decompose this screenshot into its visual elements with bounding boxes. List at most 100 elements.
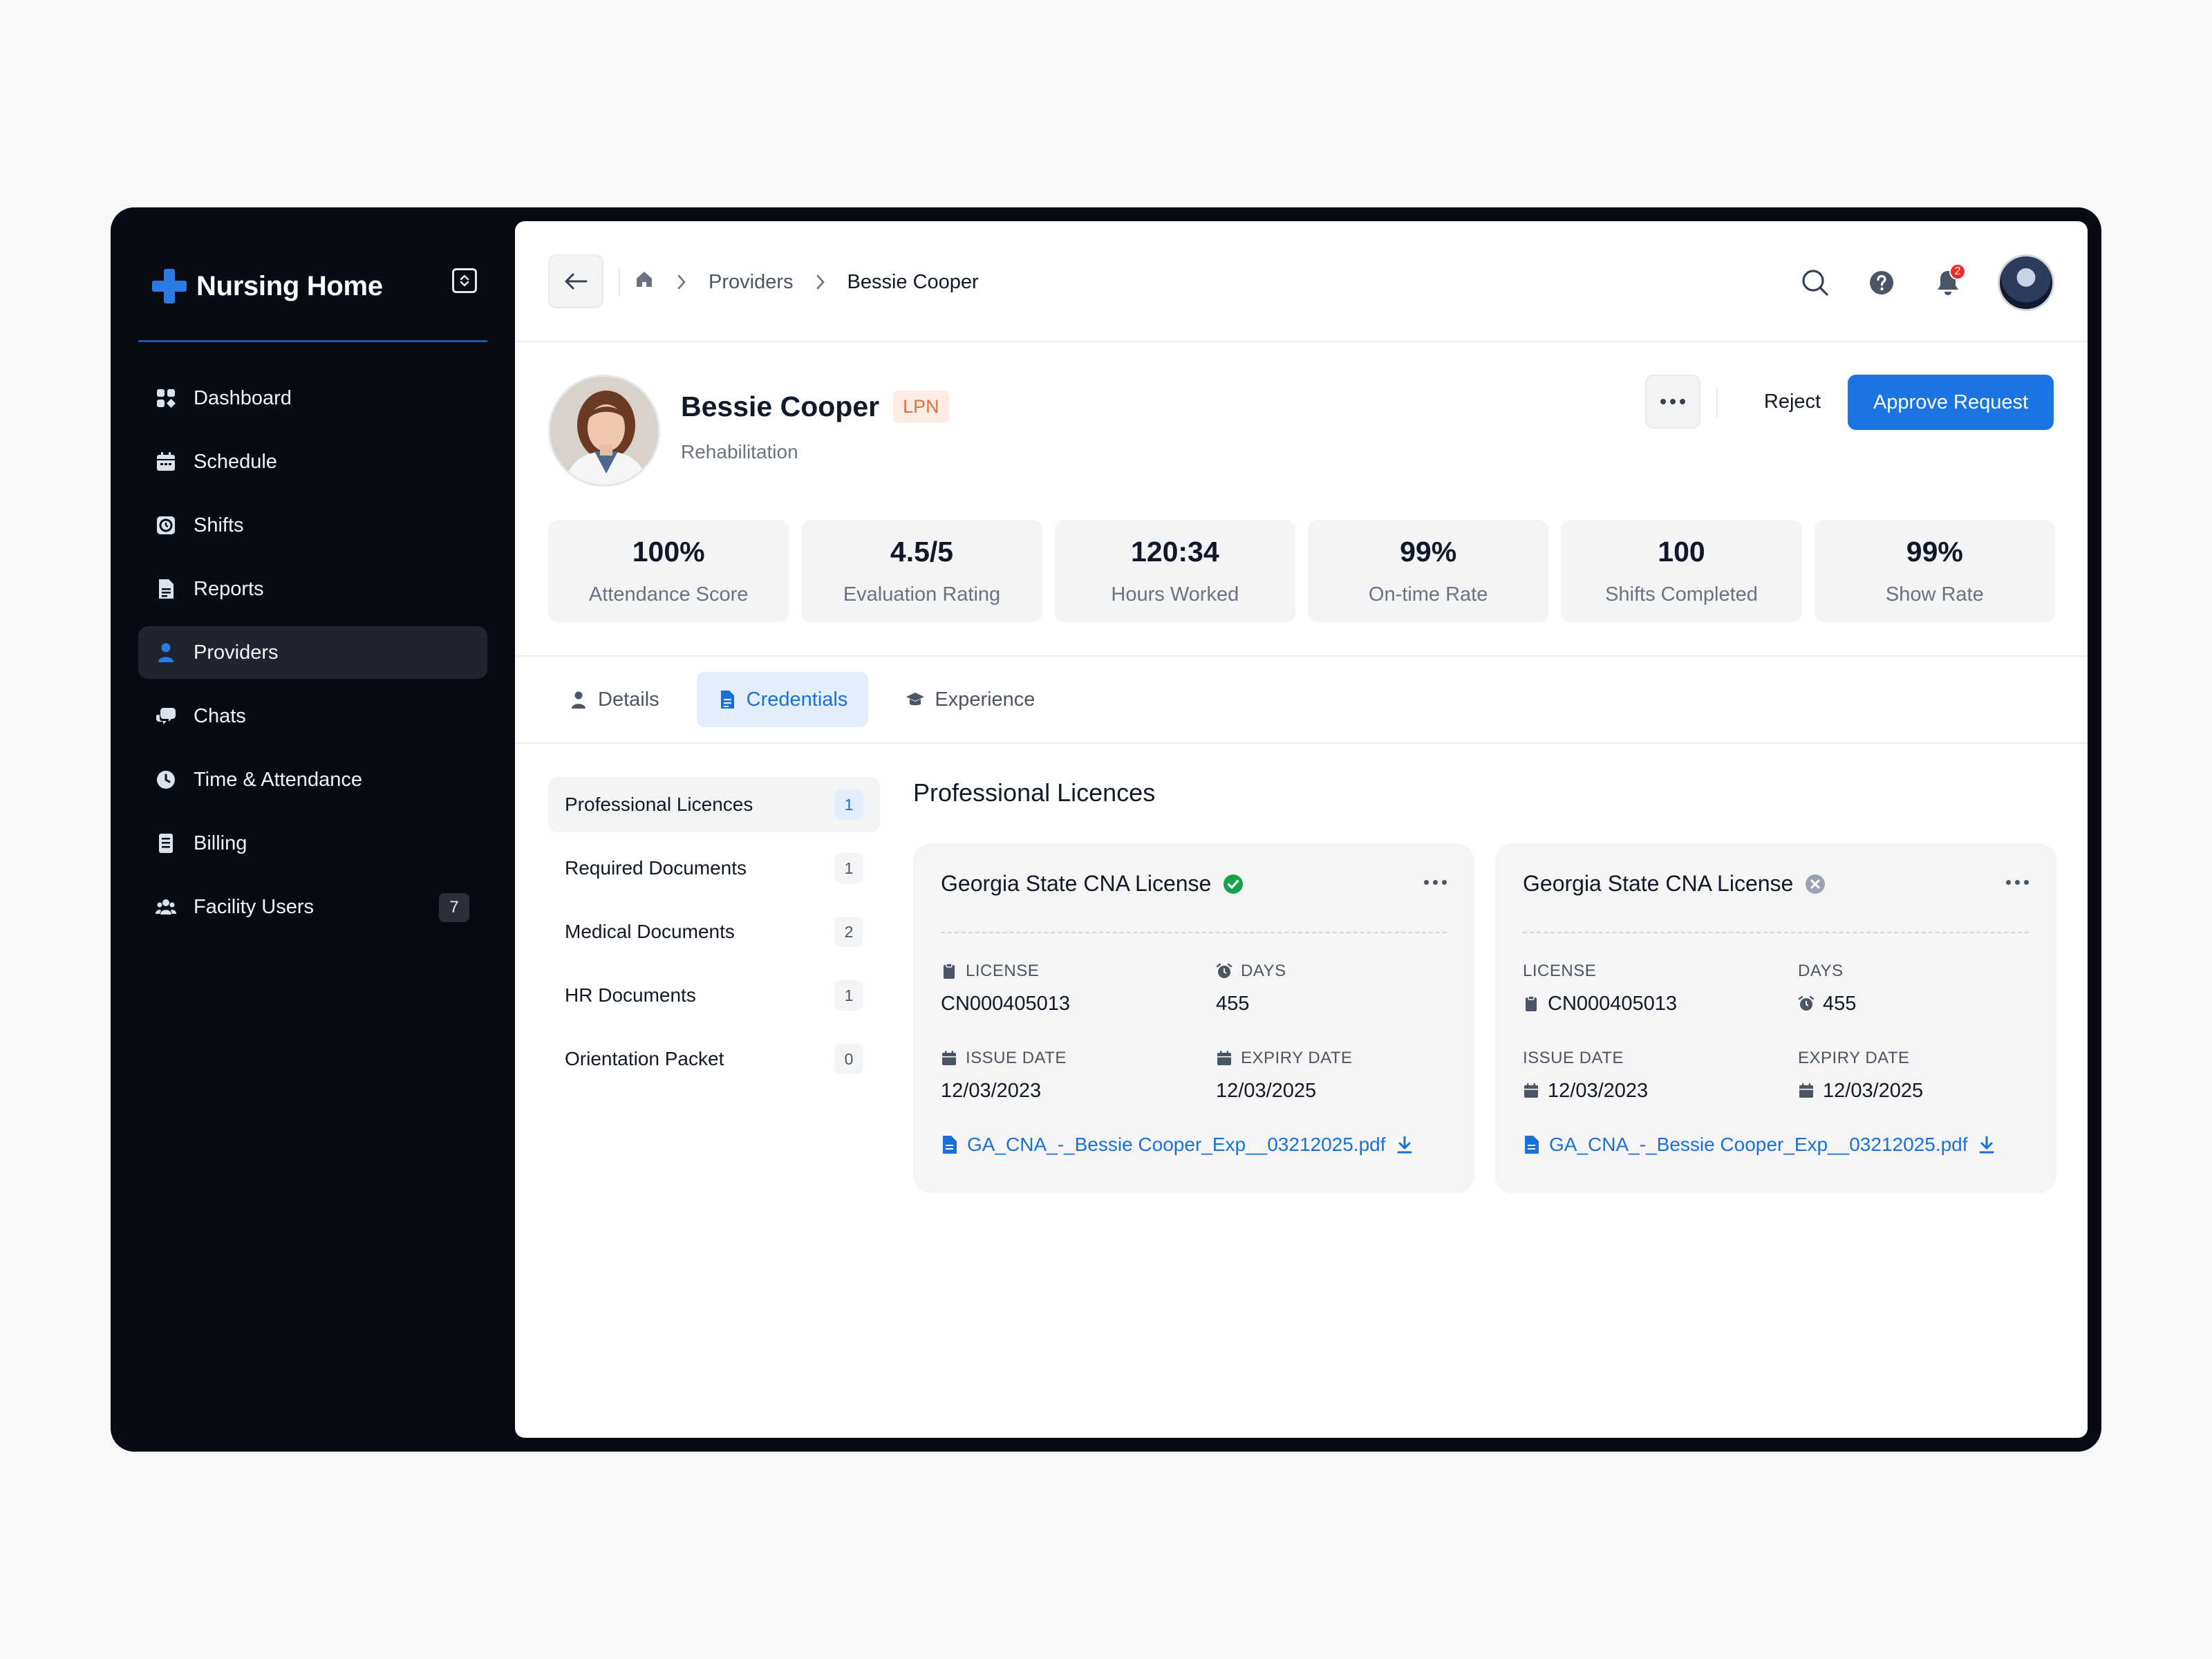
days-field: DAYS 455 — [1798, 961, 2047, 1016]
tab-label: Details — [598, 688, 659, 711]
reject-button[interactable]: Reject — [1732, 375, 1853, 429]
field-label: LICENSE — [966, 962, 1040, 980]
document-icon — [720, 691, 734, 709]
clock-icon — [155, 769, 177, 791]
sidebar-item-shifts[interactable]: Shifts — [138, 499, 487, 552]
stat-label: Evaluation Rating — [843, 583, 1001, 606]
stat-label: On-time Rate — [1368, 583, 1488, 606]
tab-experience[interactable]: Experience — [885, 672, 1056, 727]
calendar-icon — [155, 451, 177, 473]
medical-cross-icon — [152, 269, 187, 303]
report-icon — [155, 578, 177, 600]
brand[interactable]: Nursing Home — [152, 265, 383, 307]
search-icon[interactable] — [1799, 266, 1832, 299]
stat-value: 99% — [1400, 536, 1457, 568]
brand-name: Nursing Home — [196, 270, 383, 301]
dashboard-icon — [155, 387, 177, 409]
doc-nav-hr-documents[interactable]: HR Documents 1 — [548, 968, 880, 1023]
sidebar-item-billing[interactable]: Billing — [138, 817, 487, 870]
stat-shifts-completed: 100 Shifts Completed — [1561, 520, 1802, 622]
sidebar-toggle-button[interactable] — [452, 268, 477, 293]
sidebar-item-label: Chats — [194, 704, 246, 727]
role-badge: LPN — [893, 391, 949, 423]
stat-value: 100% — [632, 536, 705, 568]
card-more-button[interactable] — [1419, 874, 1447, 890]
alarm-clock-icon — [1798, 995, 1815, 1012]
user-avatar[interactable] — [1998, 254, 2054, 311]
calendar-icon — [1523, 1082, 1539, 1099]
bell-icon[interactable]: 2 — [1931, 263, 1966, 299]
sidebar-nav: Dashboard Schedule Shifts Reports Provid… — [138, 372, 487, 944]
sidebar-item-chats[interactable]: Chats — [138, 690, 487, 742]
download-icon[interactable] — [1978, 1135, 1996, 1154]
sidebar-divider — [138, 340, 487, 342]
license-field: LICENSE CN000405013 — [1523, 961, 1772, 1016]
section-title: Professional Licences — [913, 778, 1156, 807]
users-icon — [155, 896, 177, 918]
more-dots-icon — [1670, 399, 1676, 404]
doc-nav-medical-documents[interactable]: Medical Documents 2 — [548, 904, 880, 959]
field-value: 12/03/2023 — [1548, 1079, 1649, 1102]
doc-count-badge: 1 — [834, 980, 863, 1011]
stat-label: Show Rate — [1885, 583, 1984, 606]
sidebar-item-label: Time & Attendance — [194, 768, 362, 791]
more-dots-icon — [1424, 879, 1429, 885]
sidebar-item-reports[interactable]: Reports — [138, 563, 487, 615]
breadcrumb: Providers Bessie Cooper — [634, 263, 979, 301]
field-value: 12/03/2025 — [1823, 1079, 1924, 1102]
approve-request-button[interactable]: Approve Request — [1848, 375, 2054, 430]
more-dots-icon — [2006, 879, 2011, 885]
billing-icon — [155, 832, 177, 854]
doc-count-badge: 2 — [834, 917, 863, 947]
field-label: EXPIRY DATE — [1798, 1049, 1910, 1067]
license-file-link[interactable]: GA_CNA_-_Bessie Cooper_Exp__03212025.pdf — [1523, 1134, 1996, 1156]
chevron-up-down-icon — [460, 274, 469, 287]
card-divider — [941, 932, 1447, 933]
field-label: EXPIRY DATE — [1241, 1049, 1353, 1067]
tab-details[interactable]: Details — [548, 672, 680, 727]
sidebar-item-label: Schedule — [194, 450, 277, 473]
sidebar-item-schedule[interactable]: Schedule — [138, 435, 487, 488]
breadcrumb-providers-link[interactable]: Providers — [709, 271, 794, 294]
calendar-icon — [1798, 1082, 1815, 1099]
facility-users-count-badge: 7 — [439, 893, 469, 922]
doc-nav-orientation-packet[interactable]: Orientation Packet 0 — [548, 1031, 880, 1087]
profile-tabs: Details Credentials Experience — [548, 672, 1072, 727]
user-icon — [155, 641, 177, 664]
license-file-link[interactable]: GA_CNA_-_Bessie Cooper_Exp__03212025.pdf — [941, 1134, 1414, 1156]
card-more-button[interactable] — [2001, 874, 2029, 890]
person-icon — [572, 691, 585, 709]
license-card-title: Georgia State CNA License — [1523, 871, 1794, 896]
tab-credentials[interactable]: Credentials — [696, 672, 869, 727]
field-label: DAYS — [1241, 962, 1286, 980]
help-icon[interactable] — [1865, 266, 1898, 299]
field-label: DAYS — [1798, 962, 1844, 980]
chevron-right-icon — [814, 272, 827, 292]
doc-nav-label: HR Documents — [565, 984, 696, 1006]
more-actions-button[interactable] — [1645, 375, 1700, 429]
sidebar-item-label: Billing — [194, 832, 247, 854]
back-button[interactable] — [548, 254, 603, 308]
more-dots-icon — [1680, 399, 1685, 404]
home-icon[interactable] — [634, 269, 655, 295]
stat-value: 4.5/5 — [890, 536, 954, 568]
doc-nav-label: Required Documents — [565, 857, 747, 879]
sidebar: Nursing Home Dashboard Schedule Shifts R… — [111, 207, 515, 1452]
doc-nav-required-documents[interactable]: Required Documents 1 — [548, 841, 880, 896]
days-field: DAYS 455 — [1216, 961, 1465, 1016]
download-icon[interactable] — [1396, 1135, 1414, 1154]
sidebar-item-time-attendance[interactable]: Time & Attendance — [138, 753, 487, 806]
sidebar-item-facility-users[interactable]: Facility Users 7 — [138, 881, 487, 933]
license-field: LICENSE CN000405013 — [941, 961, 1190, 1016]
file-icon — [943, 1136, 957, 1154]
stat-hours-worked: 120:34 Hours Worked — [1054, 520, 1295, 622]
sidebar-item-dashboard[interactable]: Dashboard — [138, 372, 487, 424]
field-value: 455 — [1216, 992, 1250, 1015]
tab-label: Credentials — [746, 688, 848, 711]
sidebar-item-providers[interactable]: Providers — [138, 626, 487, 679]
license-card: Georgia State CNA License LICENSE CN0004… — [1495, 843, 2056, 1193]
stat-value: 99% — [1906, 536, 1963, 568]
doc-nav-professional-licences[interactable]: Professional Licences 1 — [548, 777, 880, 832]
tabs-divider — [515, 742, 2088, 744]
file-name: GA_CNA_-_Bessie Cooper_Exp__03212025.pdf — [967, 1134, 1386, 1155]
